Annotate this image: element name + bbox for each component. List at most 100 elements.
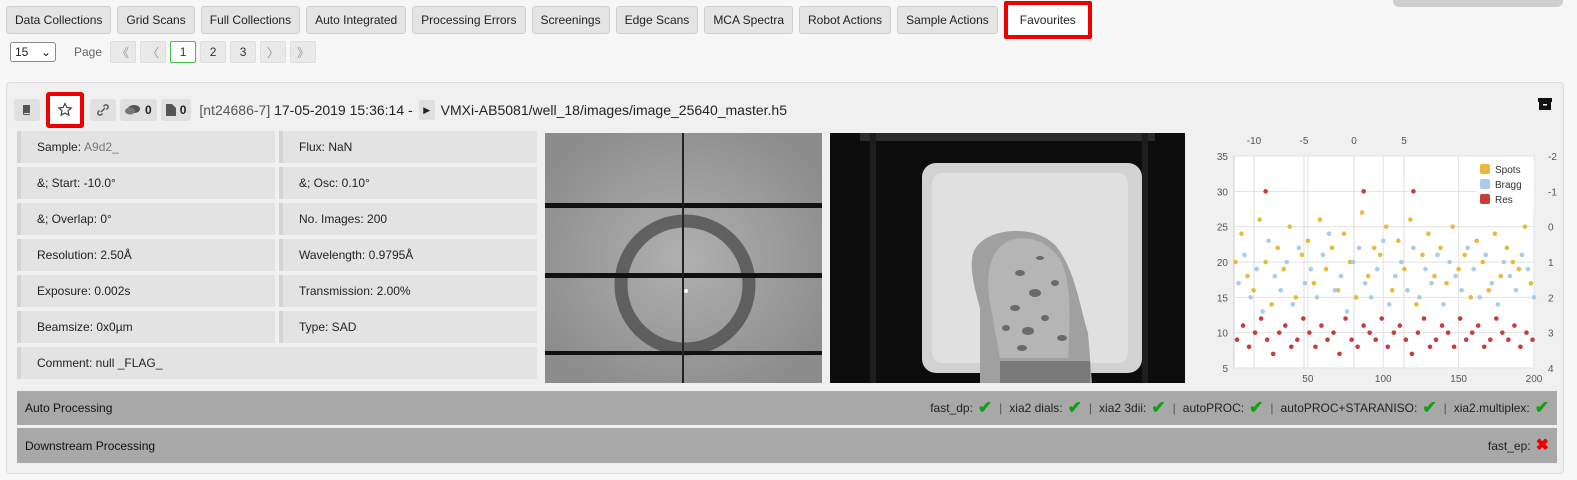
data-point-spots	[1293, 295, 1299, 300]
data-point-bragg	[1489, 280, 1495, 286]
crystal-snapshot[interactable]	[830, 133, 1185, 383]
tab-robot-actions[interactable]: Robot Actions	[799, 6, 892, 34]
autoproc-label[interactable]: autoPROC:	[1183, 401, 1244, 415]
data-point-res	[1258, 316, 1264, 321]
data-point-spots	[1408, 217, 1413, 222]
data-point-res	[1325, 337, 1330, 343]
x-top-tick-label: -10	[1247, 136, 1262, 147]
fast-dp-label[interactable]: fast_dp:	[930, 401, 973, 415]
downstream-processing-title: Downstream Processing	[25, 438, 156, 453]
data-point-bragg	[1411, 245, 1416, 251]
page-button-2[interactable]: 2	[200, 41, 227, 63]
data-point-spots	[1329, 245, 1335, 251]
data-point-res	[1457, 316, 1463, 321]
data-point-bragg	[1290, 302, 1296, 307]
sample-value[interactable]: A9d2_	[84, 140, 119, 154]
auto-processing-bar[interactable]: Auto Processing fast_dp: ✔ | xia2 dials: ✔ |…	[17, 391, 1557, 425]
data-point-spots	[1281, 266, 1287, 272]
data-point-res	[1451, 344, 1457, 350]
data-point-res	[1403, 337, 1409, 343]
legend-label: Spots	[1495, 165, 1521, 176]
per-page-select[interactable]: 15 ⌄	[10, 42, 56, 62]
data-point-spots	[1251, 287, 1256, 293]
comments-count: 0	[145, 103, 152, 117]
xia2-multiplex-label[interactable]: xia2.multiplex:	[1454, 401, 1530, 415]
spots-chart[interactable]: 35 -2 30 -1 25 0 20 1 15 2 10 3 5 4 50 100 150 200 -10 -5 0 5…	[1192, 130, 1562, 385]
data-point-bragg	[1477, 295, 1483, 300]
y-left-tick-label: 20	[1217, 258, 1229, 269]
collection-meta: [nt24686-7] 17-05-2019 15:36:14 -	[199, 102, 412, 118]
downstream-processing-bar[interactable]: Downstream Processing fast_ep: ✖	[17, 428, 1557, 463]
favourite-button[interactable]	[46, 92, 84, 128]
page-button-1[interactable]: 1	[170, 41, 197, 63]
tab-sample-actions[interactable]: Sample Actions	[897, 6, 998, 34]
data-point-bragg	[1344, 309, 1350, 314]
prev-page-button[interactable]: 〈	[140, 41, 167, 63]
data-point-res	[1240, 323, 1246, 328]
images-cell: No. Images: 200	[279, 203, 537, 235]
data-point-bragg	[1236, 280, 1241, 286]
data-point-spots	[1275, 245, 1281, 251]
data-point-bragg	[1465, 245, 1470, 251]
tab-grid-scans[interactable]: Grid Scans	[117, 6, 195, 34]
data-point-res	[1270, 351, 1276, 357]
fast-ep-label[interactable]: fast_ep:	[1488, 439, 1531, 453]
tab-full-collections[interactable]: Full Collections	[200, 6, 301, 34]
x-top-tick-label: 0	[1351, 136, 1357, 147]
page-button-3[interactable]: 3	[230, 41, 257, 63]
data-point-bragg	[1417, 295, 1422, 300]
data-point-spots	[1245, 273, 1250, 279]
sample-cell: Sample: A9d2_	[17, 131, 275, 163]
data-point-res	[1530, 337, 1535, 343]
data-point-bragg	[1501, 259, 1507, 265]
star-icon	[57, 102, 73, 117]
data-point-res	[1307, 330, 1312, 335]
start-cell: &; Start: -10.0°	[17, 167, 275, 199]
diffraction-image[interactable]	[545, 133, 822, 383]
y-right-tick-label: 2	[1548, 293, 1554, 304]
logbook-button[interactable]	[14, 99, 40, 121]
x-tick-label: 200	[1526, 374, 1543, 385]
comments-button[interactable]: 0	[120, 99, 157, 121]
data-point-bragg	[1435, 252, 1440, 258]
data-point-res	[1439, 323, 1445, 328]
xia2-3dii-label[interactable]: xia2 3dii:	[1099, 401, 1146, 415]
cross-icon: ✖	[1535, 436, 1549, 454]
x-tick-label: 150	[1450, 374, 1467, 385]
tab-screenings[interactable]: Screenings	[531, 6, 610, 34]
tab-edge-scans[interactable]: Edge Scans	[615, 6, 699, 34]
check-icon: ✔	[977, 398, 993, 417]
tab-auto-integrated[interactable]: Auto Integrated	[306, 6, 407, 34]
y-left-tick-label: 15	[1217, 293, 1229, 304]
data-point-bragg	[1350, 259, 1356, 265]
xia2-dials-label[interactable]: xia2 dials:	[1009, 401, 1062, 415]
type-cell: Type: SAD	[279, 311, 537, 343]
expand-path-button[interactable]: ▶	[418, 100, 435, 120]
next-page-button[interactable]: 〉	[260, 41, 287, 63]
data-point-bragg	[1278, 287, 1284, 293]
data-point-bragg	[1362, 280, 1368, 286]
tab-processing-errors[interactable]: Processing Errors	[412, 6, 526, 34]
link-button[interactable]	[90, 99, 116, 121]
data-point-bragg	[1266, 238, 1271, 244]
check-icon: ✔	[1422, 398, 1437, 417]
data-point-bragg	[1495, 302, 1501, 307]
data-point-res	[1512, 323, 1517, 328]
autoproc-staraniso-label[interactable]: autoPROC+STARANISO:	[1281, 401, 1418, 415]
attachments-count: 0	[179, 103, 187, 117]
archive-icon[interactable]	[1538, 98, 1552, 110]
data-point-spots	[1498, 273, 1504, 279]
last-page-button[interactable]: 》	[290, 41, 317, 63]
data-point-res	[1379, 316, 1385, 321]
data-point-res	[1481, 344, 1487, 350]
check-icon: ✔	[1249, 398, 1264, 417]
tab-favourites[interactable]: Favourites	[1003, 1, 1092, 39]
tab-mca-spectra[interactable]: MCA Spectra	[704, 6, 794, 34]
attachments-button[interactable]: 0	[160, 99, 192, 121]
tab-data-collections[interactable]: Data Collections	[6, 6, 112, 34]
first-page-button[interactable]: 《	[110, 41, 137, 63]
comment-cell: Comment: null _FLAG_	[17, 347, 537, 379]
data-point-spots	[1239, 231, 1244, 237]
tab-bar: Data Collections Grid Scans Full Collect…	[6, 1, 1092, 39]
data-point-spots	[1371, 245, 1377, 251]
